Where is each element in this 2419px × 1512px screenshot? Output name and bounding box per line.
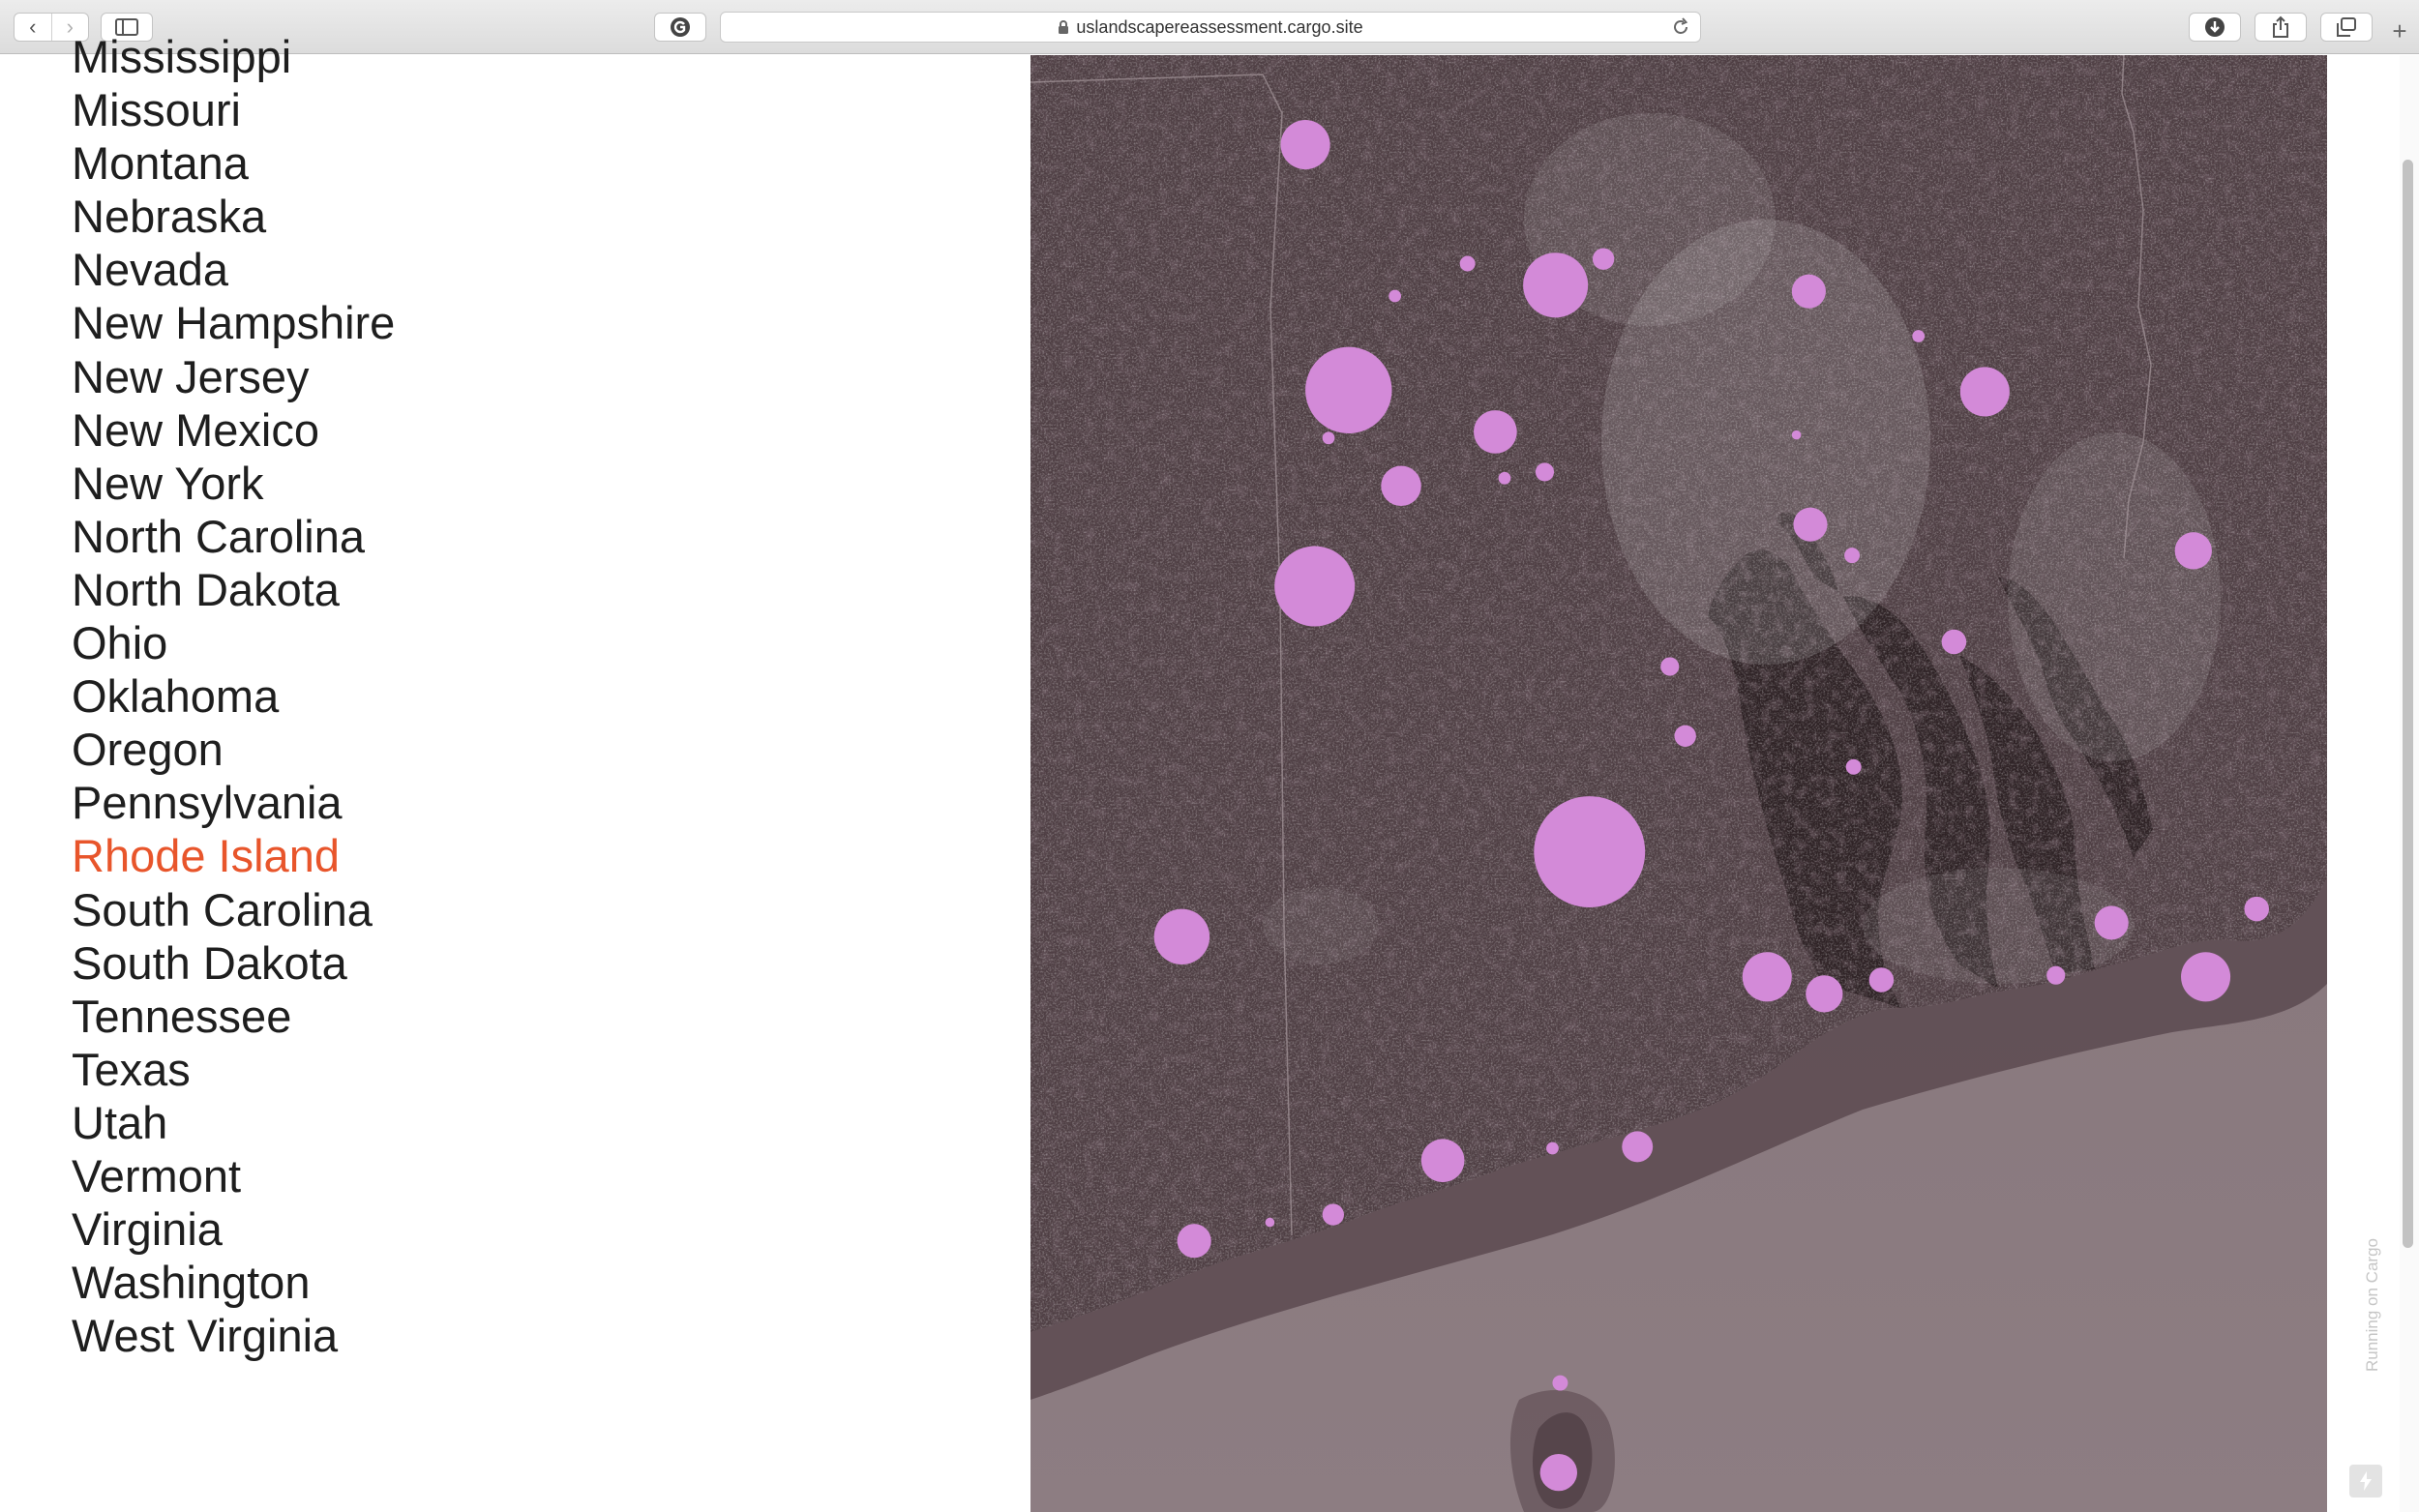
download-icon	[2205, 17, 2225, 37]
site-marker[interactable]	[1868, 967, 1895, 993]
state-link[interactable]: North Dakota	[72, 560, 395, 619]
site-marker[interactable]	[1274, 546, 1356, 627]
site-marker[interactable]	[1539, 1453, 1577, 1492]
site-marker[interactable]	[1660, 657, 1680, 676]
site-marker[interactable]	[1474, 410, 1517, 454]
state-link[interactable]: South Carolina	[72, 880, 395, 939]
new-tab-button[interactable]: +	[2386, 17, 2413, 44]
site-marker[interactable]	[1177, 1224, 1211, 1259]
state-link[interactable]: Washington	[72, 1253, 395, 1312]
state-link[interactable]: Virginia	[72, 1200, 395, 1259]
state-link[interactable]: North Carolina	[72, 507, 395, 566]
downloads-button[interactable]	[2189, 13, 2241, 42]
state-link[interactable]: Nebraska	[72, 187, 395, 246]
site-marker[interactable]	[1941, 629, 1967, 655]
lock-icon	[1059, 20, 1069, 34]
site-marker[interactable]	[1305, 346, 1392, 434]
state-link[interactable]: Mississippi	[72, 27, 395, 86]
site-marker[interactable]	[2046, 965, 2066, 985]
site-marker[interactable]	[1674, 725, 1696, 748]
bolt-icon	[2360, 1471, 2372, 1491]
plus-icon: +	[2392, 16, 2407, 45]
reload-icon[interactable]	[1671, 17, 1690, 37]
state-link[interactable]: Vermont	[72, 1146, 395, 1205]
back-button[interactable]: ‹	[15, 14, 51, 41]
site-marker[interactable]	[1844, 548, 1861, 564]
site-marker[interactable]	[1592, 248, 1615, 270]
state-link[interactable]: Tennessee	[72, 987, 395, 1046]
chevron-left-icon: ‹	[29, 15, 37, 39]
site-marker[interactable]	[1793, 507, 1828, 542]
site-marker[interactable]	[1535, 462, 1555, 482]
share-button[interactable]	[2255, 13, 2307, 42]
tab-overview-button[interactable]	[2320, 13, 2373, 42]
state-link[interactable]: New Mexico	[72, 400, 395, 460]
site-marker[interactable]	[1498, 471, 1511, 485]
state-link[interactable]: West Virginia	[72, 1306, 395, 1365]
scrollbar-thumb[interactable]	[2403, 160, 2413, 1248]
block-island-shelf	[1509, 1390, 1615, 1512]
site-marker[interactable]	[1806, 975, 1843, 1013]
state-link[interactable]: Rhode Island	[72, 826, 395, 885]
site-marker[interactable]	[1959, 367, 2010, 417]
state-link[interactable]: Pennsylvania	[72, 773, 395, 832]
site-marker[interactable]	[1622, 1131, 1654, 1163]
site-marker[interactable]	[1322, 431, 1335, 445]
site-marker[interactable]	[2181, 952, 2231, 1002]
satellite-map	[1030, 55, 2327, 1512]
site-marker[interactable]	[1791, 430, 1802, 440]
state-link[interactable]: Utah	[72, 1093, 395, 1152]
site-marker[interactable]	[1791, 274, 1826, 309]
cargo-bolt-button[interactable]	[2349, 1465, 2382, 1497]
state-link[interactable]: Oregon	[72, 720, 395, 779]
share-icon	[2273, 15, 2288, 38]
site-marker[interactable]	[1381, 465, 1421, 507]
state-link[interactable]: Missouri	[72, 80, 395, 139]
site-marker[interactable]	[1420, 1139, 1465, 1183]
site-marker[interactable]	[1523, 252, 1589, 318]
state-link[interactable]: Texas	[72, 1040, 395, 1099]
state-link[interactable]: Montana	[72, 133, 395, 193]
site-marker[interactable]	[1280, 120, 1330, 170]
extension-button[interactable]	[654, 13, 706, 42]
site-marker[interactable]	[1153, 908, 1210, 965]
address-bar[interactable]: uslandscapereassessment.cargo.site	[720, 12, 1701, 43]
site-marker[interactable]	[1459, 255, 1476, 272]
site-marker[interactable]	[1534, 796, 1646, 907]
state-link[interactable]: New York	[72, 454, 395, 513]
site-marker[interactable]	[1742, 952, 1792, 1002]
site-marker[interactable]	[1546, 1141, 1559, 1155]
state-link[interactable]: New Jersey	[72, 347, 395, 406]
site-marker[interactable]	[2094, 905, 2129, 940]
running-on-cargo-label[interactable]: Running on Cargo	[2363, 1238, 2382, 1372]
state-link[interactable]: Oklahoma	[72, 667, 395, 726]
state-link[interactable]: South Dakota	[72, 934, 395, 993]
site-marker[interactable]	[1845, 758, 1862, 775]
url-text: uslandscapereassessment.cargo.site	[1076, 16, 1363, 37]
site-marker[interactable]	[1389, 289, 1402, 303]
map-svg	[1030, 55, 2327, 1512]
state-link[interactable]: Ohio	[72, 613, 395, 672]
state-list: Mississippi Missouri Montana Nebraska Nevada…	[72, 31, 395, 1365]
site-marker[interactable]	[2244, 896, 2269, 922]
site-marker[interactable]	[1552, 1375, 1568, 1391]
state-link[interactable]: Nevada	[72, 240, 395, 299]
site-marker[interactable]	[1265, 1217, 1275, 1228]
site-marker[interactable]	[1912, 330, 1926, 342]
state-link[interactable]: New Hampshire	[72, 293, 395, 352]
tabs-icon	[2337, 17, 2356, 37]
site-marker[interactable]	[2174, 532, 2212, 570]
site-marker[interactable]	[1322, 1203, 1344, 1226]
extension-icon	[671, 17, 690, 37]
